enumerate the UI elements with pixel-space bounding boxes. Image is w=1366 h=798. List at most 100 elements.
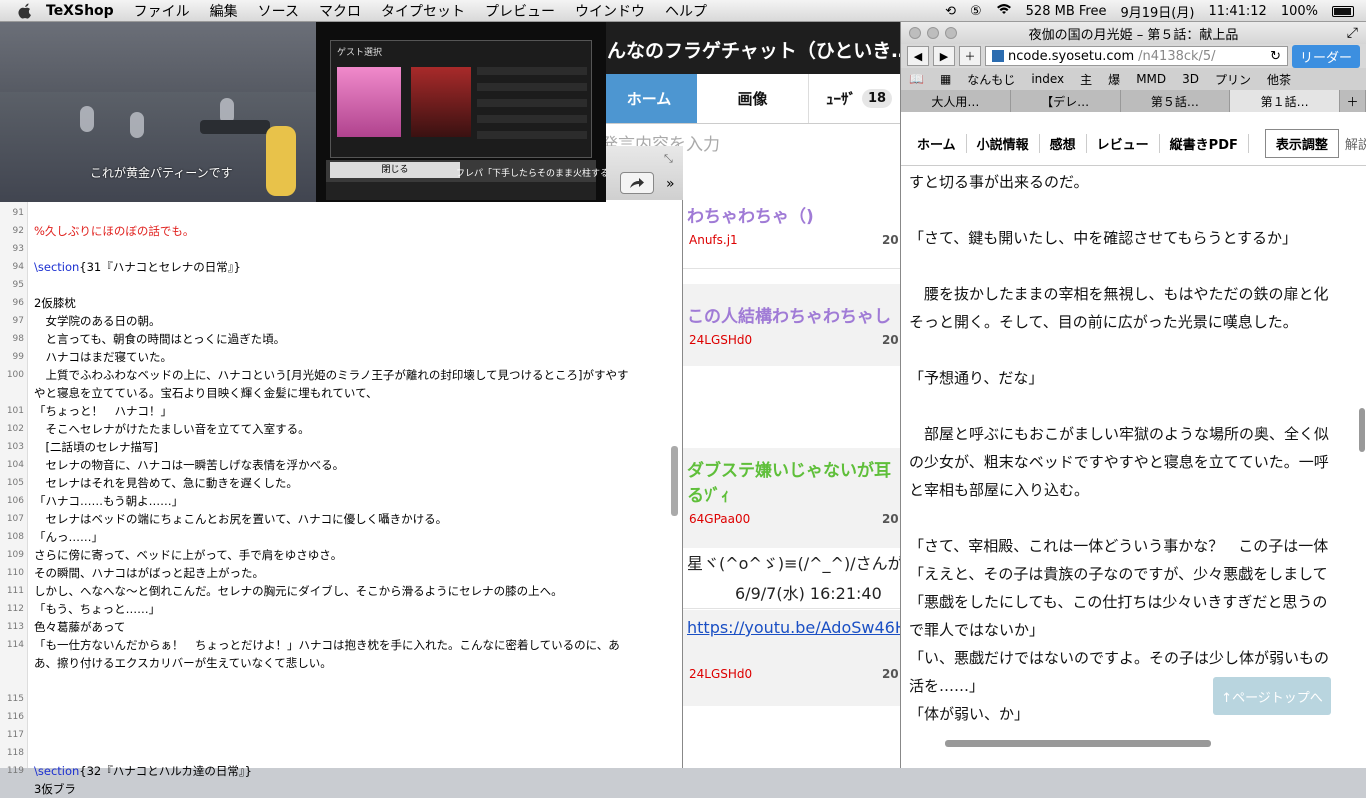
menu-edit[interactable]: 編集 (210, 1, 238, 21)
toolbar-overflow-icon[interactable]: » (666, 176, 675, 192)
message-user[interactable]: 24LGSHd0 (689, 333, 752, 347)
clock-display[interactable]: 11:41:12 (1208, 4, 1266, 19)
bookmarks-icon[interactable]: 📖 (909, 72, 924, 86)
line-text: %久しぶりにほのぼの話でも。 (34, 224, 195, 238)
bookmark-item[interactable]: MMD (1136, 72, 1166, 86)
water-splash (130, 112, 144, 138)
stats-icon[interactable]: ⑤ (970, 4, 982, 19)
bookmark-item[interactable]: なんもじ (967, 71, 1015, 88)
menu-typeset[interactable]: タイプセット (381, 1, 465, 21)
user-count-badge: 18 (861, 89, 893, 108)
reader-button[interactable]: リーダー (1291, 44, 1360, 68)
novel-line: 「い、悪戯だけではないのですよ。その子は少し体が弱いもの (909, 649, 1330, 667)
vertical-scrollbar[interactable] (1359, 408, 1365, 452)
novel-nav: ホーム 小説情報 感想 レビュー 縦書きPDF 表示調整 解説 (901, 122, 1366, 166)
bookmark-item[interactable]: 主 (1080, 71, 1092, 88)
menu-source[interactable]: ソース (258, 1, 299, 21)
window-controls (909, 27, 957, 39)
browser-tab[interactable]: 第５話… (1121, 90, 1231, 112)
game-video-right: ゲスト選択 閉じる フレパ「下手したらそのまま火柱する (316, 22, 606, 202)
bookmark-item[interactable]: 3D (1182, 72, 1199, 86)
menu-macro[interactable]: マクロ (319, 1, 361, 21)
back-button[interactable]: ◀ (907, 46, 929, 66)
browser-tab[interactable]: 【デレ… (1011, 90, 1121, 112)
nav-novel-info[interactable]: 小説情報 (967, 134, 1040, 153)
explain-link[interactable]: 解説 (1339, 134, 1366, 153)
line-number: 106 (6, 496, 24, 506)
add-tab-button[interactable]: ＋ (959, 46, 981, 66)
battery-icon[interactable] (1332, 5, 1354, 17)
resize-icon[interactable]: ⤡ (664, 152, 673, 166)
bookmark-item[interactable]: プリン (1215, 71, 1251, 88)
time-machine-icon[interactable]: ⟲ (945, 4, 956, 19)
line-text: \section{31『ハナコとセレナの日常』} (34, 260, 241, 274)
line-text: その瞬間、ハナコはがばっと起き上がった。 (34, 566, 264, 580)
menu-window[interactable]: ウインドウ (575, 1, 645, 21)
menu-preview[interactable]: プレビュー (485, 1, 555, 21)
fullscreen-icon[interactable]: ⤢ (1347, 25, 1358, 41)
line-number: 97 (12, 316, 24, 326)
game-video-left: これが黄金パティーンです (0, 22, 316, 202)
display-settings-button[interactable]: 表示調整 (1264, 129, 1339, 158)
tab-user[interactable]: ｭｰｻﾞ 18 (809, 74, 909, 123)
menu-app-name[interactable]: TeXShop (46, 3, 114, 19)
editor-scrollbar[interactable] (671, 446, 678, 516)
tab-image[interactable]: 画像 (697, 74, 809, 123)
bookmark-item[interactable]: 爆 (1108, 71, 1120, 88)
horizontal-scrollbar[interactable] (945, 740, 1211, 747)
line-text: と言っても、朝食の時間はとっくに過ぎた頃。 (34, 332, 286, 346)
nav-comments[interactable]: 感想 (1040, 134, 1087, 153)
wifi-icon[interactable] (996, 3, 1012, 19)
nav-reviews[interactable]: レビュー (1087, 134, 1160, 153)
tex-editor[interactable]: 91 92 %久しぶりにほのぼの話でも。 93 94 \section{31『ハナコとセレ… (0, 200, 683, 796)
line-text: 「んっ……」 (34, 530, 103, 544)
novel-line: の少女が、粗末なベッドですやすやと寝息を立てていた。一呼 (909, 453, 1329, 471)
message-user[interactable]: 24LGSHd0 (689, 667, 752, 681)
line-number: 110 (6, 568, 24, 578)
video-caption: これが黄金パティーンです (90, 166, 233, 180)
guest-select-header: ゲスト選択 (337, 48, 383, 58)
tab-home[interactable]: ホーム (601, 74, 697, 123)
novel-line: 腰を抜かしたままの宰相を無視し、もはやただの鉄の扉と化 (909, 285, 1329, 303)
top-sites-icon[interactable]: ▦ (940, 72, 951, 86)
line-number: 117 (6, 730, 24, 740)
chat-title: んなのフラゲチャット（ひといき… (601, 22, 910, 74)
menu-file[interactable]: ファイル (134, 1, 190, 21)
page-top-button[interactable]: ↑ページトップへ (1213, 677, 1331, 715)
reload-icon[interactable]: ↻ (1270, 49, 1281, 64)
line-text: そこへセレナがけたたましい音を立てて入室する。 (34, 422, 310, 436)
video-player[interactable]: これが黄金パティーンです ゲスト選択 閉じる フレパ「下手したらそのまま火柱する (0, 22, 606, 202)
battery-percent[interactable]: 100% (1281, 4, 1318, 19)
browser-tabs: 大人用… 【デレ… 第５話… 第１話… ＋ (901, 90, 1366, 112)
message-user[interactable]: 64GPaa00 (689, 512, 750, 526)
menu-help[interactable]: ヘルプ (665, 1, 707, 21)
zoom-button[interactable] (945, 27, 957, 39)
novel-line: で罪人ではないか」 (909, 621, 1045, 639)
share-button[interactable] (620, 172, 654, 194)
line-text: 「ちょっと！ ハナコ！」 (34, 404, 172, 418)
date-display[interactable]: 9月19日(月) (1120, 2, 1194, 21)
address-bar[interactable]: ncode.syosetu.com/n4138ck/5/ ↻ (985, 46, 1288, 66)
bookmark-item[interactable]: 他茶 (1267, 71, 1291, 88)
water-splash (80, 106, 94, 132)
novel-line: 部屋と呼ぶにもおこがましい牢獄のような場所の奥、全く似 (909, 425, 1330, 443)
browser-tab[interactable]: 大人用… (901, 90, 1011, 112)
bookmark-item[interactable]: index (1031, 72, 1064, 86)
line-number: 104 (6, 460, 24, 470)
novel-line: 「ええと、その子は貴族の子なのですが、少々悪戯をしまして (909, 565, 1328, 583)
close-button[interactable] (909, 27, 921, 39)
forward-button[interactable]: ▶ (933, 46, 955, 66)
line-number: 100 (6, 370, 24, 380)
nav-vertical-pdf[interactable]: 縦書きPDF (1160, 134, 1249, 153)
line-text: \section{32『ハナコとハルカ達の日常』} (34, 764, 252, 778)
line-number: 119 (6, 766, 24, 776)
memory-status[interactable]: 528 MB Free (1026, 4, 1107, 19)
line-number: 105 (6, 478, 24, 488)
new-tab-icon[interactable]: ＋ (1340, 90, 1366, 112)
browser-tab-active[interactable]: 第１話… (1230, 90, 1340, 112)
message-user[interactable]: Anufs.j1 (689, 233, 738, 247)
minimize-button[interactable] (927, 27, 939, 39)
line-number: 94 (12, 262, 24, 272)
nav-home[interactable]: ホーム (907, 134, 967, 153)
apple-icon[interactable] (14, 0, 36, 22)
